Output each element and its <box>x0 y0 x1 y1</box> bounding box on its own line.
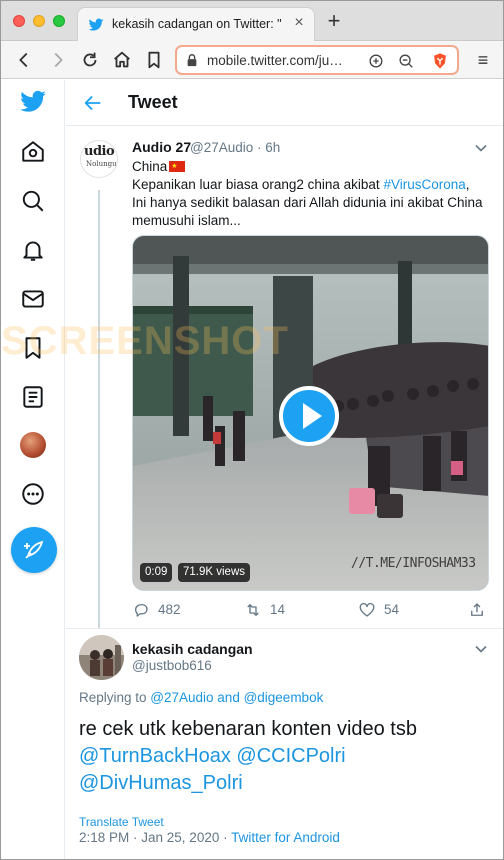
bell-icon[interactable] <box>20 237 46 263</box>
window-minimize-button[interactable] <box>33 15 45 27</box>
tweet-column: Tweet udio Nolunguo Audio 27 @27Audio · … <box>66 80 503 859</box>
replying-and[interactable]: and <box>214 690 244 705</box>
video-watermark: //T.ME/INFOSHAM33 <box>351 556 476 571</box>
browser-window: kekasih cadangan on Twitter: "@2 × + mob… <box>0 0 504 860</box>
reload-icon[interactable] <box>79 49 101 71</box>
source-link[interactable]: Twitter for Android <box>231 830 340 845</box>
retweet-count: 14 <box>270 602 286 617</box>
tweet2-text: re cek utk kebenaran konten video tsb @T… <box>79 716 494 797</box>
window-close-button[interactable] <box>13 15 25 27</box>
tweet2-body: re cek utk kebenaran konten video tsb <box>79 718 417 740</box>
profile-avatar[interactable] <box>20 432 46 458</box>
tweet1-meta: @27Audio · 6h <box>190 140 280 155</box>
tweet1-handle[interactable]: @27Audio <box>190 140 253 155</box>
tweet2-avatar[interactable] <box>79 635 124 680</box>
timestamp-text[interactable]: 2:18 PM · Jan 25, 2020 · <box>79 830 231 845</box>
new-tab-button[interactable]: + <box>323 10 345 33</box>
avatar-logo-subtext: Nolunguo <box>86 160 118 168</box>
mention-link[interactable]: @CCICPolri <box>236 745 345 767</box>
forward-icon[interactable] <box>47 49 69 71</box>
zoom-out-icon[interactable] <box>397 52 415 70</box>
share-action[interactable] <box>468 600 488 620</box>
tweet1-time[interactable]: 6h <box>265 140 280 155</box>
tweet1-line1: China <box>132 159 168 174</box>
more-icon[interactable] <box>20 481 46 507</box>
browser-menu-icon[interactable]: ≡ <box>471 49 495 71</box>
twitter-logo-icon[interactable] <box>19 88 47 116</box>
translate-tweet-link[interactable]: Translate Tweet <box>79 815 164 829</box>
hashtag-link[interactable]: #VirusCorona <box>383 177 465 192</box>
thread-line <box>98 190 100 628</box>
china-flag-icon <box>169 158 186 176</box>
tab-strip: kekasih cadangan on Twitter: "@2 × + <box>1 1 503 41</box>
video-views: 71.9K views <box>178 563 251 582</box>
page-header: Tweet <box>66 80 503 126</box>
compose-icon <box>24 540 44 559</box>
tweet1-line2-end: , <box>465 177 470 192</box>
browser-tab[interactable]: kekasih cadangan on Twitter: "@2 × <box>77 7 315 41</box>
tweet1-actions: 482 14 54 <box>132 600 492 620</box>
back-icon[interactable] <box>13 49 35 71</box>
home-icon[interactable] <box>20 139 46 165</box>
twitter-app: Tweet udio Nolunguo Audio 27 @27Audio · … <box>1 80 503 859</box>
list-icon[interactable] <box>20 384 46 410</box>
mail-icon[interactable] <box>20 286 46 312</box>
tweet1-line3: Ini hanya sedikit balasan dari Allah did… <box>132 195 483 228</box>
tab-title: kekasih cadangan on Twitter: "@2 <box>112 17 282 31</box>
window-maximize-button[interactable] <box>53 15 65 27</box>
replying-user-link[interactable]: @digeembok <box>244 690 324 705</box>
video-duration: 0:09 <box>140 563 173 582</box>
retweet-icon <box>247 604 259 616</box>
nav-rail <box>1 80 65 859</box>
tweet2-display-name[interactable]: kekasih cadangan <box>132 641 253 657</box>
tab-close-icon[interactable]: × <box>290 14 308 32</box>
url-bar[interactable]: mobile.twitter.com/ju… <box>175 45 459 75</box>
reply-icon <box>135 604 148 617</box>
lock-icon <box>187 54 197 67</box>
divider <box>66 628 503 629</box>
tweet1-display-name[interactable]: Audio 27 <box>132 139 191 155</box>
tweet1-text: China Kepanikan luar biasa orang2 china … <box>132 158 492 230</box>
chevron-down-icon[interactable] <box>474 141 488 155</box>
tweet2-handle[interactable]: @justbob616 <box>132 658 212 673</box>
tweet1-video[interactable]: //T.ME/INFOSHAM33 0:09 71.9K views <box>132 235 489 591</box>
meta-separator: · <box>257 140 262 155</box>
twitter-favicon-icon <box>88 18 104 31</box>
mention-link[interactable]: @TurnBackHoax <box>79 745 231 767</box>
mention-link[interactable]: @DivHumas_Polri <box>79 772 243 794</box>
bookmark-icon[interactable] <box>20 335 46 361</box>
brave-shield-icon[interactable] <box>431 52 449 70</box>
like-count: 54 <box>384 602 400 617</box>
replying-prefix: Replying to <box>79 690 151 705</box>
play-button[interactable] <box>279 386 339 446</box>
search-icon[interactable] <box>20 188 46 214</box>
tweet1-line2: Kepanikan luar biasa orang2 china akibat <box>132 177 384 192</box>
replying-to: Replying to @27Audio and @digeembok <box>79 690 323 705</box>
share-icon <box>471 603 483 616</box>
browser-toolbar: mobile.twitter.com/ju… ≡ <box>1 41 503 79</box>
back-arrow-icon[interactable] <box>82 92 104 114</box>
zoom-in-icon[interactable] <box>367 52 385 70</box>
tweet2-timestamp: 2:18 PM · Jan 25, 2020 · Twitter for And… <box>79 830 340 845</box>
url-text[interactable]: mobile.twitter.com/ju… <box>207 53 353 68</box>
compose-tweet-button[interactable] <box>11 527 57 573</box>
reply-count: 482 <box>158 602 181 617</box>
avatar-photo <box>79 635 124 680</box>
bookmark-browser-icon[interactable] <box>143 49 165 71</box>
home-browser-icon[interactable] <box>111 49 133 71</box>
replying-user-link[interactable]: @27Audio <box>150 690 213 705</box>
avatar-logo-text: udio <box>84 144 115 159</box>
heart-icon <box>359 602 375 617</box>
page-title: Tweet <box>128 92 178 112</box>
chevron-down-icon[interactable] <box>474 642 488 656</box>
tweet1-avatar[interactable]: udio Nolunguo <box>80 140 118 178</box>
